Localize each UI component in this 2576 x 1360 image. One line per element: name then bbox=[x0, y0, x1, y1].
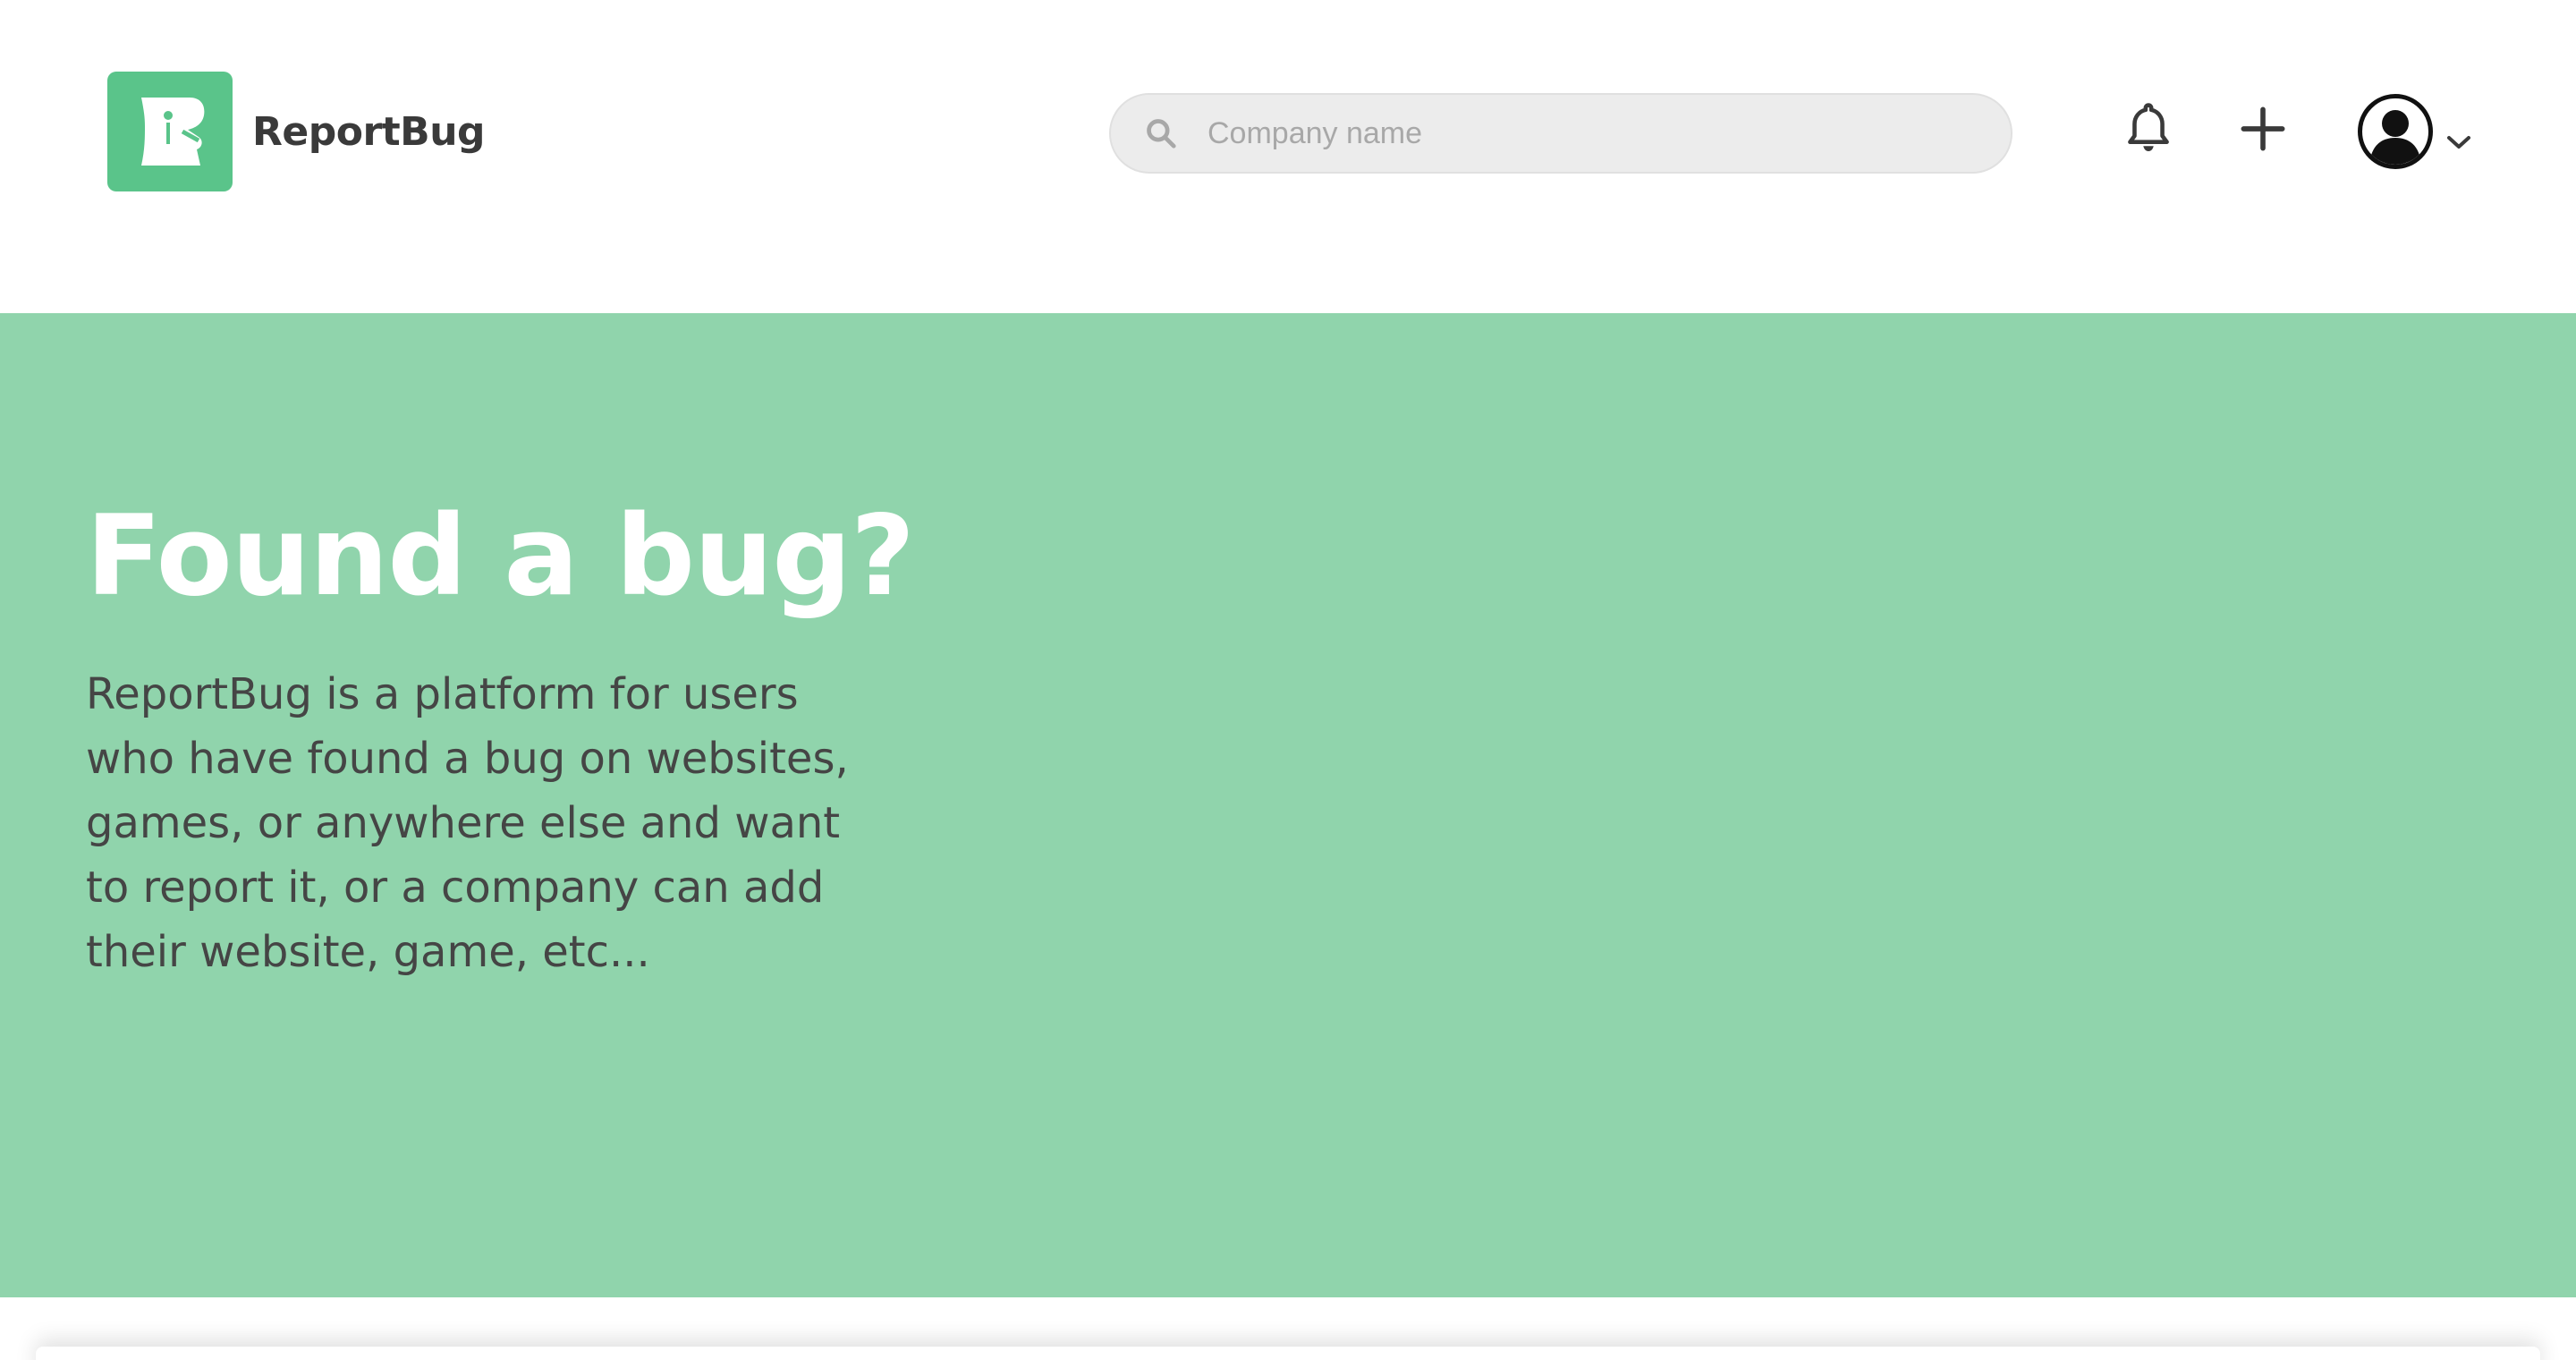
brand-name: ReportBug bbox=[252, 108, 486, 155]
create-button[interactable] bbox=[2234, 100, 2292, 157]
company-search-bar[interactable] bbox=[1109, 93, 2012, 174]
chevron-down-icon bbox=[2445, 133, 2472, 156]
plus-icon bbox=[2241, 106, 2285, 151]
top-navigation-bar: ReportBug bbox=[0, 0, 2576, 313]
hero-description: ReportBug is a platform for users who ha… bbox=[86, 669, 849, 977]
reportbug-logo-icon bbox=[107, 72, 233, 191]
page: ReportBug Company name Found a bug? Repo… bbox=[0, 0, 2576, 1360]
hero-section: Found a bug? ReportBug is a platform for… bbox=[0, 313, 2576, 1297]
company-search-input[interactable] bbox=[1206, 115, 1979, 152]
account-menu-button[interactable] bbox=[2352, 91, 2478, 172]
bell-icon bbox=[2128, 103, 2169, 151]
brand-logo-link[interactable]: ReportBug bbox=[107, 72, 486, 191]
notifications-button[interactable] bbox=[2120, 98, 2177, 161]
hero-title: Found a bug? bbox=[86, 492, 915, 621]
user-avatar-icon bbox=[2358, 94, 2433, 169]
content-card-edge bbox=[36, 1347, 2540, 1360]
search-icon bbox=[1143, 115, 1179, 151]
